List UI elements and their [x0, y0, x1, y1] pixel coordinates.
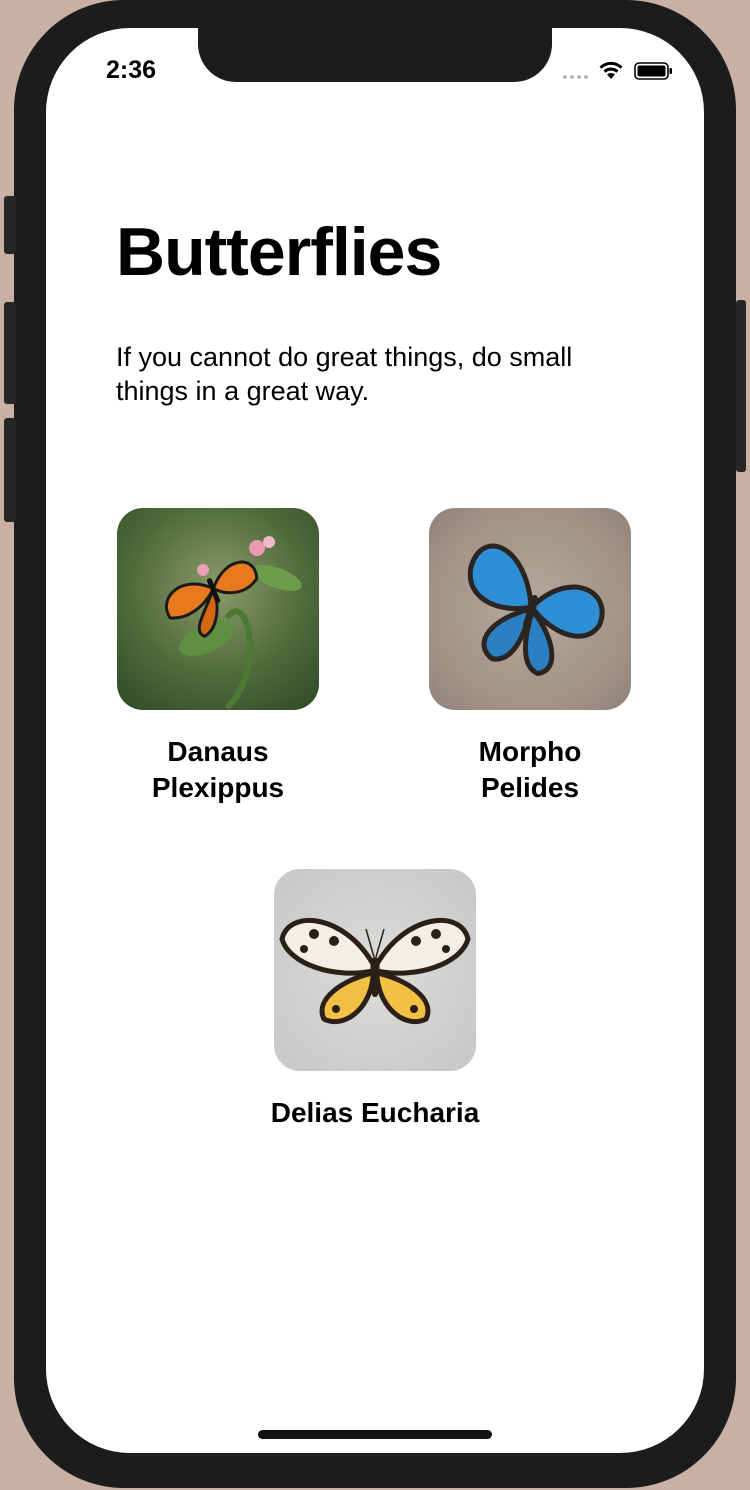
butterfly-name: Danaus Plexippus [151, 736, 285, 803]
home-indicator[interactable] [258, 1430, 492, 1439]
page-quote: If you cannot do great things, do small … [116, 342, 573, 406]
page-title: Butterflies [116, 214, 442, 290]
screen: 2:36 Butterflies If you cannot do great … [46, 28, 704, 1453]
battery-icon [634, 62, 672, 80]
butterfly-card-delias-eucharia[interactable]: Delias Eucharia [271, 869, 479, 1131]
power-button [736, 300, 746, 472]
butterfly-image [274, 869, 476, 1071]
volume-up-button [4, 302, 16, 404]
notch [198, 28, 552, 82]
butterfly-image [117, 508, 319, 710]
butterfly-card-morpho-pelides[interactable]: Morpho Pelides [429, 508, 631, 806]
butterfly-name: Delias Eucharia [270, 1097, 480, 1128]
butterfly-name: Morpho Pelides [478, 736, 582, 803]
status-icons [563, 61, 674, 81]
monarch-butterfly-icon [164, 536, 302, 710]
blue-morpho-butterfly-icon [467, 543, 605, 677]
silent-switch [4, 196, 16, 254]
wifi-icon [599, 61, 623, 79]
butterfly-image [429, 508, 631, 710]
cellular-signal-icon [563, 63, 588, 79]
status-time: 2:36 [106, 56, 157, 84]
yellow-butterfly-icon [279, 917, 471, 1025]
butterfly-card-danaus-plexippus[interactable]: Danaus Plexippus [117, 508, 319, 806]
volume-down-button [4, 418, 16, 522]
